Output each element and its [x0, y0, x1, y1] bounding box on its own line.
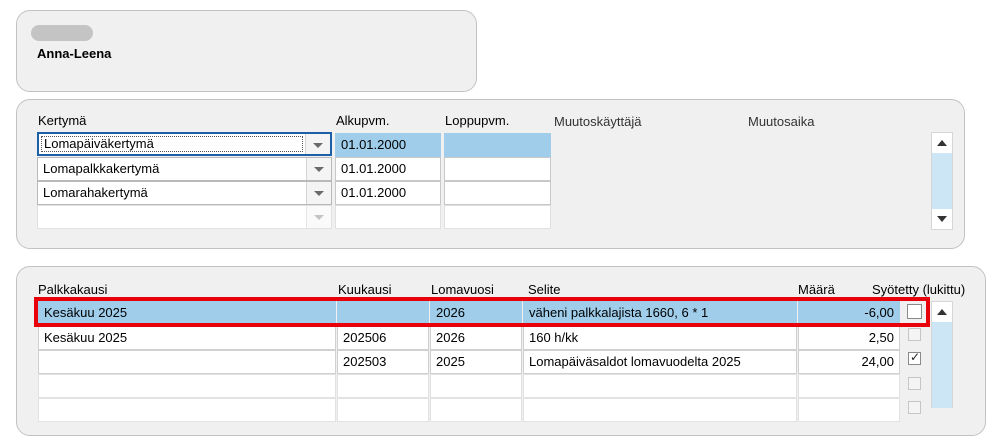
col-header-end: Loppupvm. [445, 113, 510, 128]
entry-description-cell[interactable]: väheni palkkalajista 1660, 6 * 1 [523, 301, 797, 325]
accrual-start-field[interactable]: 01.01.2000 [335, 157, 441, 181]
entry-amount-cell[interactable]: 24,00 [798, 350, 900, 374]
scroll-track[interactable] [932, 153, 952, 209]
accrual-end-field[interactable] [444, 133, 551, 157]
col-header-start: Alkupvm. [336, 113, 390, 128]
employee-header-panel: Anna-Leena [16, 10, 477, 92]
entry-description-cell[interactable]: 160 h/kk [523, 326, 797, 350]
entry-month-cell[interactable] [337, 301, 429, 325]
chevron-down-icon[interactable] [306, 206, 331, 228]
entry-amount-cell[interactable]: 2,50 [798, 326, 900, 350]
col-header-month: Kuukausi [338, 282, 392, 297]
entries-scrollbar[interactable] [931, 301, 953, 408]
entry-month-cell[interactable]: 202503 [337, 350, 429, 374]
accrual-end-field[interactable] [444, 157, 551, 181]
accrual-type-select[interactable]: Lomapäiväkertymä [37, 132, 332, 156]
col-header-entered: Syötetty (lukittu) [872, 282, 966, 297]
col-header-holiday-year: Lomavuosi [431, 282, 494, 297]
entry-amount-cell[interactable] [798, 374, 900, 398]
chevron-down-icon[interactable] [305, 134, 330, 154]
accrual-end-field[interactable] [444, 205, 551, 229]
scroll-track[interactable] [932, 322, 952, 408]
entry-month-cell[interactable]: 202506 [337, 326, 429, 350]
accrual-type-select[interactable] [37, 205, 332, 229]
accrual-scrollbar[interactable] [931, 132, 953, 230]
entry-holiday-year-cell[interactable]: 2025 [430, 350, 522, 374]
employee-id-placeholder [31, 25, 93, 41]
accrual-end-field[interactable] [444, 181, 551, 205]
chevron-down-icon[interactable] [306, 158, 331, 180]
scroll-down-icon[interactable] [932, 209, 952, 229]
accrual-type-value: Lomarahakertymä [43, 185, 148, 200]
entry-holiday-year-cell[interactable] [430, 398, 522, 422]
accrual-start-field[interactable]: 01.01.2000 [335, 133, 441, 157]
col-header-period: Palkkakausi [38, 282, 108, 297]
entry-entered-checkbox[interactable] [908, 377, 921, 390]
entry-amount-cell[interactable]: -6,00 [798, 301, 900, 325]
col-header-amount: Määrä [798, 282, 835, 297]
entry-description-cell[interactable] [523, 374, 797, 398]
accrual-start-field[interactable] [335, 205, 441, 229]
chevron-down-icon[interactable] [306, 182, 331, 204]
employee-name: Anna-Leena [37, 46, 112, 61]
accrual-type-select[interactable]: Lomarahakertymä [37, 181, 332, 205]
entry-period-cell[interactable] [38, 374, 336, 398]
entry-period-cell[interactable] [38, 350, 336, 374]
entry-entered-checkbox[interactable] [908, 350, 921, 365]
accrual-start-field[interactable]: 01.01.2000 [335, 181, 441, 205]
accrual-type-select[interactable]: Lomapalkkakertymä [37, 157, 332, 181]
entry-description-cell[interactable]: Lomapäiväsaldot lomavuodelta 2025 [523, 350, 797, 374]
entry-period-cell[interactable] [38, 398, 336, 422]
entry-holiday-year-cell[interactable] [430, 374, 522, 398]
scroll-up-icon[interactable] [932, 302, 952, 322]
entry-period-cell[interactable]: Kesäkuu 2025 [38, 301, 336, 325]
entry-month-cell[interactable] [337, 398, 429, 422]
entry-amount-cell[interactable] [798, 398, 900, 422]
entry-entered-checkbox[interactable] [908, 328, 921, 341]
scroll-up-icon[interactable] [932, 133, 952, 153]
entry-entered-checkbox[interactable] [907, 304, 922, 319]
entry-period-cell[interactable]: Kesäkuu 2025 [38, 326, 336, 350]
accrual-type-value: Lomapalkkakertymä [43, 161, 160, 176]
col-header-changed-by: Muutoskäyttäjä [554, 114, 642, 129]
col-header-type: Kertymä [38, 113, 87, 128]
accrual-type-value: Lomapäiväkertymä [44, 136, 154, 151]
entry-description-cell[interactable] [523, 398, 797, 422]
col-header-changed-at: Muutosaika [748, 114, 815, 129]
col-header-description: Selite [528, 282, 561, 297]
entry-month-cell[interactable] [337, 374, 429, 398]
entry-holiday-year-cell[interactable]: 2026 [430, 301, 522, 325]
entry-holiday-year-cell[interactable]: 2026 [430, 326, 522, 350]
